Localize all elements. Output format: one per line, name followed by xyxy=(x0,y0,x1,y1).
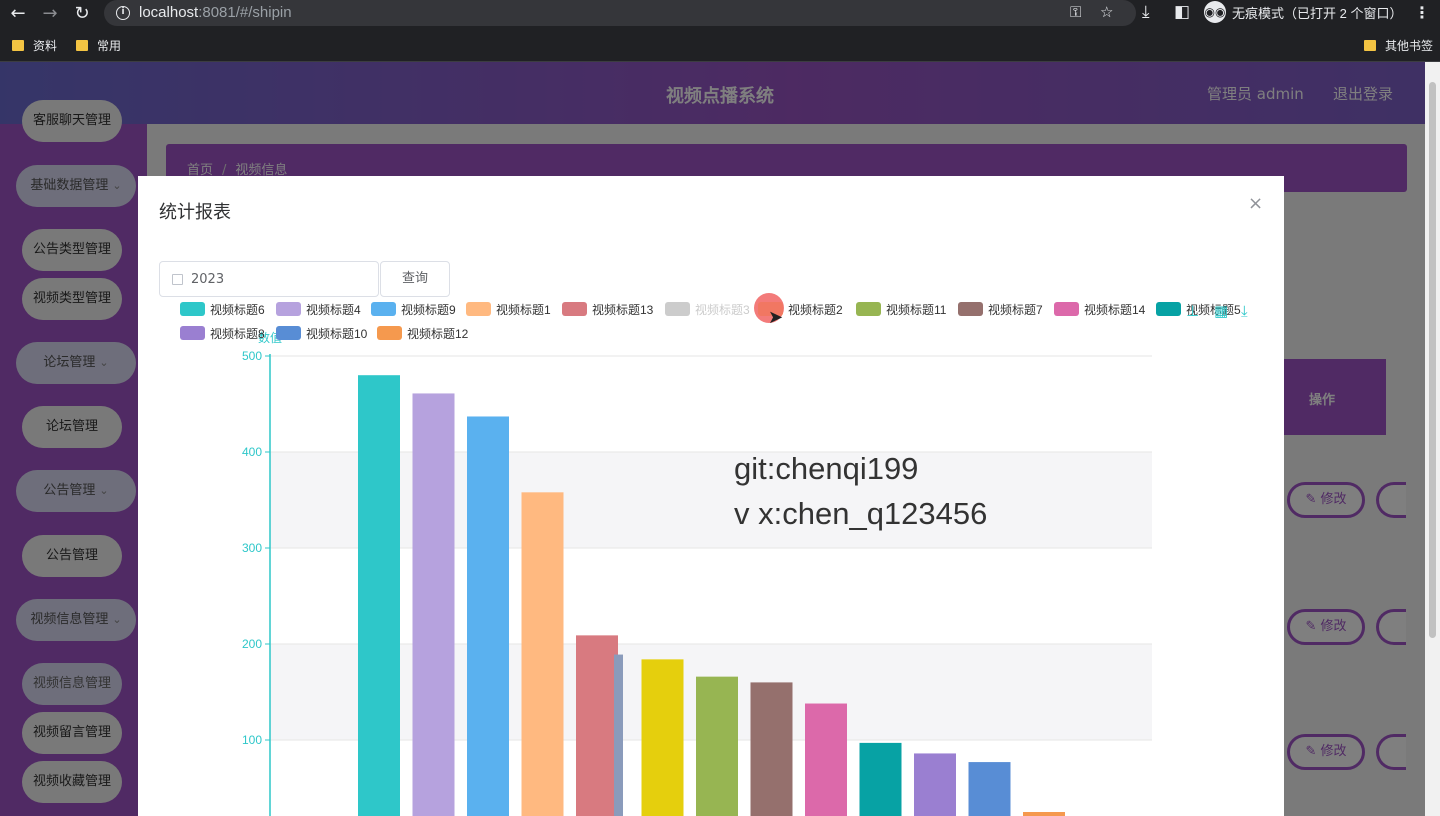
bookmark-folder[interactable]: 资料 xyxy=(12,37,57,54)
legend-label: 视频标题7 xyxy=(988,303,1043,317)
incognito-indicator[interactable]: ◉◉ 无痕模式（已打开 2 个窗口） xyxy=(1202,1,1410,25)
grid-band xyxy=(270,452,1152,548)
stats-report-dialog: 统计报表 × 2023 查询 100 200 300 400 500 数值 视频标题6 视频… xyxy=(138,176,1284,816)
legend-swatch xyxy=(466,302,491,316)
bar[interactable] xyxy=(641,659,684,816)
watermark-text: git:chenqi199 v x:chen_q123456 xyxy=(734,451,988,531)
legend-item[interactable]: 视频标题12 xyxy=(377,325,469,341)
legend-swatch xyxy=(1156,302,1181,316)
legend-swatch xyxy=(856,302,881,316)
legend-swatch xyxy=(276,302,301,316)
scroll-thumb[interactable] xyxy=(1429,82,1436,638)
y-tick-label: 300 xyxy=(242,541,262,555)
download-icon[interactable]: ⤓ xyxy=(1142,2,1150,22)
address-bar[interactable]: i localhost:8081/#/shipin ⚿ ☆ xyxy=(104,0,1136,26)
legend-label: 视频标题11 xyxy=(886,303,947,317)
legend-label: 视频标题8 xyxy=(210,327,265,341)
legend-label: 视频标题9 xyxy=(401,303,456,317)
legend-swatch xyxy=(371,302,396,316)
bar-fading xyxy=(614,654,623,816)
menu-dots-icon[interactable]: ⋮ xyxy=(1414,3,1430,22)
incognito-label: 无痕模式（已打开 2 个窗口） xyxy=(1232,5,1403,21)
legend-item[interactable]: 视频标题4 xyxy=(276,301,361,317)
url-text[interactable]: localhost:8081/#/shipin xyxy=(139,4,292,21)
legend-label: 视频标题1 xyxy=(496,303,551,317)
bar[interactable] xyxy=(805,703,847,816)
bar[interactable] xyxy=(467,416,509,816)
y-tick-label: 500 xyxy=(242,349,262,363)
y-tick-label: 200 xyxy=(242,637,262,651)
legend-label: 视频标题10 xyxy=(306,327,368,341)
legend-swatch xyxy=(377,326,402,340)
legend-swatch xyxy=(180,302,205,316)
data-view-icon[interactable]: ⊥ xyxy=(1186,302,1199,320)
restore-icon[interactable]: ▦ xyxy=(1214,302,1228,320)
info-icon[interactable]: i xyxy=(116,6,130,20)
legend-item[interactable]: 视频标题14 xyxy=(1054,301,1146,317)
legend-item[interactable]: 视频标题1 xyxy=(466,301,551,317)
bookmark-folder[interactable]: 常用 xyxy=(76,37,121,54)
legend-swatch xyxy=(180,326,205,340)
legend-item[interactable]: 视频标题7 xyxy=(958,301,1043,317)
legend-swatch xyxy=(665,302,690,316)
forward-arrow-icon[interactable]: → xyxy=(38,2,62,26)
y-tick-label: 100 xyxy=(242,733,262,747)
legend-swatch xyxy=(1054,302,1079,316)
bar[interactable] xyxy=(696,676,738,816)
legend-item[interactable]: 视频标题10 xyxy=(276,325,368,341)
page-scrollbar[interactable] xyxy=(1425,62,1440,816)
bar[interactable] xyxy=(750,682,793,816)
legend-label: 视频标题12 xyxy=(407,327,469,341)
browser-toolbar: ← → ↻ i localhost:8081/#/shipin ⚿ ☆ ⤓ ◧ … xyxy=(0,0,1440,28)
bar[interactable] xyxy=(576,635,618,816)
star-icon[interactable]: ☆ xyxy=(1100,3,1113,21)
folder-icon xyxy=(1364,40,1376,51)
legend-item[interactable]: 视频标题3 xyxy=(665,301,750,317)
legend-item[interactable]: 视频标题11 xyxy=(856,301,947,317)
legend-item[interactable]: 视频标题9 xyxy=(371,301,456,317)
save-image-icon[interactable]: ⤓ xyxy=(1241,302,1248,320)
bar[interactable] xyxy=(914,753,956,816)
bookmarks-bar: 资料 常用 其他书签 xyxy=(0,28,1440,62)
bar-chart: 100200300400500数值 xyxy=(242,330,1152,816)
legend-label: 视频标题3 xyxy=(695,303,750,317)
incognito-icon: ◉◉ xyxy=(1204,1,1226,23)
legend-label: 视频标题4 xyxy=(306,303,361,317)
legend-item[interactable]: 视频标题13 xyxy=(562,301,654,317)
bar[interactable] xyxy=(521,492,564,816)
bar[interactable] xyxy=(1023,812,1065,816)
bar[interactable] xyxy=(968,762,1011,816)
bar[interactable] xyxy=(859,742,902,816)
legend-swatch xyxy=(276,326,301,340)
bar[interactable] xyxy=(358,375,400,816)
legend-swatch xyxy=(958,302,983,316)
reload-icon[interactable]: ↻ xyxy=(70,2,94,26)
bar[interactable] xyxy=(412,393,455,816)
legend-label: 视频标题6 xyxy=(210,303,265,317)
back-arrow-icon[interactable]: ← xyxy=(6,2,30,26)
key-icon[interactable]: ⚿ xyxy=(1070,3,1081,21)
legend-label: 视频标题13 xyxy=(592,303,654,317)
legend-item[interactable]: 视频标题6 xyxy=(180,301,265,317)
legend-label: 视频标题14 xyxy=(1084,303,1146,317)
folder-icon xyxy=(76,40,88,51)
side-panel-icon[interactable]: ◧ xyxy=(1174,2,1190,22)
mouse-cursor-icon: ➤ xyxy=(768,307,784,328)
y-tick-label: 400 xyxy=(242,445,262,459)
legend-swatch xyxy=(562,302,587,316)
legend-item[interactable]: 视频标题8 xyxy=(180,325,265,341)
legend-label: 视频标题2 xyxy=(788,303,843,317)
folder-icon xyxy=(12,40,24,51)
other-bookmarks[interactable]: 其他书签 xyxy=(1364,37,1433,54)
